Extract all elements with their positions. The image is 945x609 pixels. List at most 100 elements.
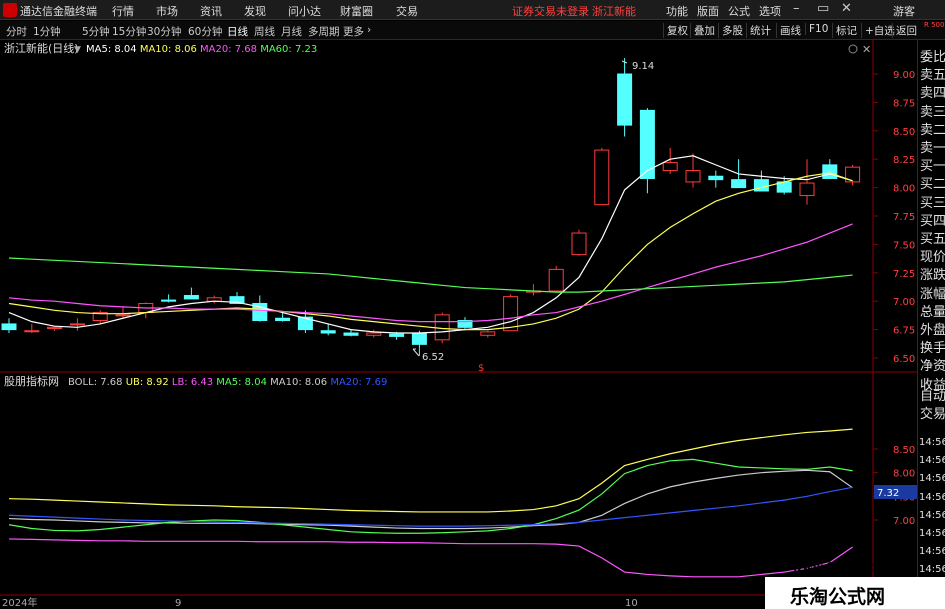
tool-stats[interactable]: 统计	[746, 23, 771, 38]
quote-field-label: 涨幅	[920, 286, 945, 302]
trade-field-label[interactable]: 自动	[920, 385, 945, 404]
watermark-title: 乐淘公式网	[790, 586, 886, 608]
trade-time: 14:56	[919, 528, 945, 539]
period-toolbar: 分时 1分钟 5分钟 15分钟 30分钟 60分钟 日线 周线 月线 多周期 更…	[0, 21, 945, 40]
quote-field-label: 换手	[920, 341, 945, 357]
quote-field-label: 买一	[920, 159, 945, 175]
legend-item: LB: 6.43	[169, 377, 213, 388]
period-5min[interactable]: 5分钟	[82, 24, 110, 39]
quote-field-label: 委比	[920, 50, 945, 65]
legend-item: MA5: 8.04	[213, 377, 267, 388]
quote-field-label: 买二	[920, 177, 945, 193]
quote-field-label: 总量	[920, 304, 945, 320]
guest-user[interactable]: 游客	[893, 3, 915, 19]
app-logo-icon	[3, 3, 17, 17]
main-tick-label: 9.00	[893, 70, 915, 81]
quote-field-label: 外盘	[920, 323, 945, 338]
period-30min[interactable]: 30分钟	[147, 24, 181, 39]
main-tick-label: 6.50	[893, 354, 915, 365]
menu-ask-xiaoda[interactable]: 问小达	[288, 3, 321, 19]
menu-market[interactable]: 市场	[156, 3, 178, 19]
trade-field-label[interactable]: 交易	[920, 403, 945, 422]
main-tick-label: 8.00	[893, 184, 915, 195]
tool-add-watchlist[interactable]: +自选	[861, 23, 895, 38]
tool-back[interactable]: 返回	[892, 23, 917, 38]
quote-field-label: 买五	[920, 232, 945, 247]
chart-area[interactable]: 9.00 8.75 8.50 8.25 8.00 7.75 7.50 7.25 7.00 6.75…	[0, 40, 917, 609]
watermark-url: www.60lt.com	[792, 560, 885, 574]
sub-chart-title: 股朋指标网	[4, 374, 59, 388]
menu-quotes[interactable]: 行情	[112, 3, 134, 19]
app-title: 通达信金融终端	[20, 5, 97, 18]
main-tick-label: 8.25	[893, 155, 915, 166]
candle	[548, 265, 564, 292]
tool-overlay[interactable]: 叠加	[690, 23, 715, 38]
tool-adjust[interactable]: 复权	[663, 23, 688, 38]
menu-layout[interactable]: 版面	[697, 3, 719, 19]
quote-field-label: 卖二	[920, 122, 945, 138]
tool-draw[interactable]: 画线	[776, 23, 801, 38]
restore-icon[interactable]: ▭	[817, 1, 829, 16]
legend-item: MA20: 7.68	[197, 44, 257, 55]
candle	[503, 294, 519, 332]
quote-field-label: 买三	[920, 195, 945, 211]
period-monthly[interactable]: 月线	[281, 24, 302, 39]
login-notice[interactable]: 证券交易未登录	[512, 3, 589, 19]
low-price-label: 6.52	[422, 352, 444, 363]
period-1min[interactable]: 1分钟	[33, 24, 61, 39]
legend-item: MA20: 7.69	[327, 377, 387, 388]
chevron-right-icon[interactable]: ›	[367, 24, 371, 36]
close-main-icon[interactable]: ✕	[862, 43, 871, 56]
menu-wealth-circle[interactable]: 财富圈	[340, 3, 373, 19]
candle	[845, 164, 861, 186]
menu-formula[interactable]: 公式	[728, 3, 750, 19]
main-tick-label: 7.00	[893, 297, 915, 308]
period-weekly[interactable]: 周线	[254, 24, 275, 39]
menu-trade[interactable]: 交易	[396, 3, 418, 19]
quote-panel: R 500 委比 卖五 卖四 卖三 卖二 卖一 买一 买二 买三 买四 买五 现价 涨跌 涨幅 总量 外盘 换手…	[917, 21, 945, 609]
period-intraday[interactable]: 分时	[6, 24, 27, 39]
x-label-sep: 9	[175, 598, 181, 609]
menu-bar: 通达信金融终端 行情 市场 资讯 发现 问小达 财富圈 交易 证券交易未登录 浙…	[0, 0, 945, 20]
legend-item: MA10: 8.06	[137, 44, 197, 55]
trade-time: 14:56	[919, 491, 945, 503]
tool-multi-stock[interactable]: 多股	[718, 23, 743, 38]
main-chart-title: 浙江新能(日线)	[4, 41, 79, 55]
trade-time: 14:56	[919, 564, 945, 576]
tool-f10[interactable]: F10	[805, 23, 828, 35]
close-icon[interactable]: ✕	[841, 1, 852, 16]
current-stock-label: 浙江新能	[592, 5, 636, 18]
quote-field-label: 卖四	[920, 86, 945, 102]
sub-tick-label: 8.50	[893, 445, 915, 456]
quote-field-label: 卖一	[920, 141, 945, 156]
candle	[594, 147, 610, 206]
tool-mark[interactable]: 标记	[832, 23, 857, 38]
quote-field-label: 现价	[920, 250, 945, 266]
menu-news[interactable]: 资讯	[200, 3, 222, 19]
main-tick-label: 8.75	[893, 98, 915, 109]
trade-time: 14:56	[919, 546, 945, 558]
period-15min[interactable]: 15分钟	[112, 24, 146, 39]
boll-legend: BOLL: 7.68 UB: 8.92 LB: 6.43 MA5: 8.04 M…	[68, 377, 387, 388]
quote-field-label: 涨跌	[920, 268, 945, 284]
minimize-icon[interactable]: –	[793, 1, 800, 16]
chevron-down-icon[interactable]: ▼	[74, 45, 81, 55]
quote-field-label: 卖五	[920, 68, 945, 84]
period-60min[interactable]: 60分钟	[188, 24, 222, 39]
menu-discover[interactable]: 发现	[244, 3, 266, 19]
legend-item: BOLL: 7.68	[68, 377, 123, 388]
period-daily[interactable]: 日线	[227, 24, 248, 39]
main-tick-label: 7.50	[893, 240, 915, 251]
menu-options[interactable]: 选项	[759, 3, 781, 19]
sub-tick-label: 8.00	[893, 469, 915, 480]
menu-functions[interactable]: 功能	[666, 3, 688, 19]
x-label-oct: 10	[625, 598, 638, 609]
quote-field-label: 净资	[920, 359, 945, 375]
legend-item: MA5: 8.04	[86, 44, 137, 55]
period-multi[interactable]: 多周期	[308, 24, 340, 39]
trade-time: 14:56	[919, 437, 945, 448]
main-tick-label: 6.75	[893, 326, 915, 337]
period-more[interactable]: 更多	[343, 24, 364, 39]
trade-time: 14:56	[919, 509, 945, 521]
legend-item: MA10: 8.06	[267, 377, 327, 388]
